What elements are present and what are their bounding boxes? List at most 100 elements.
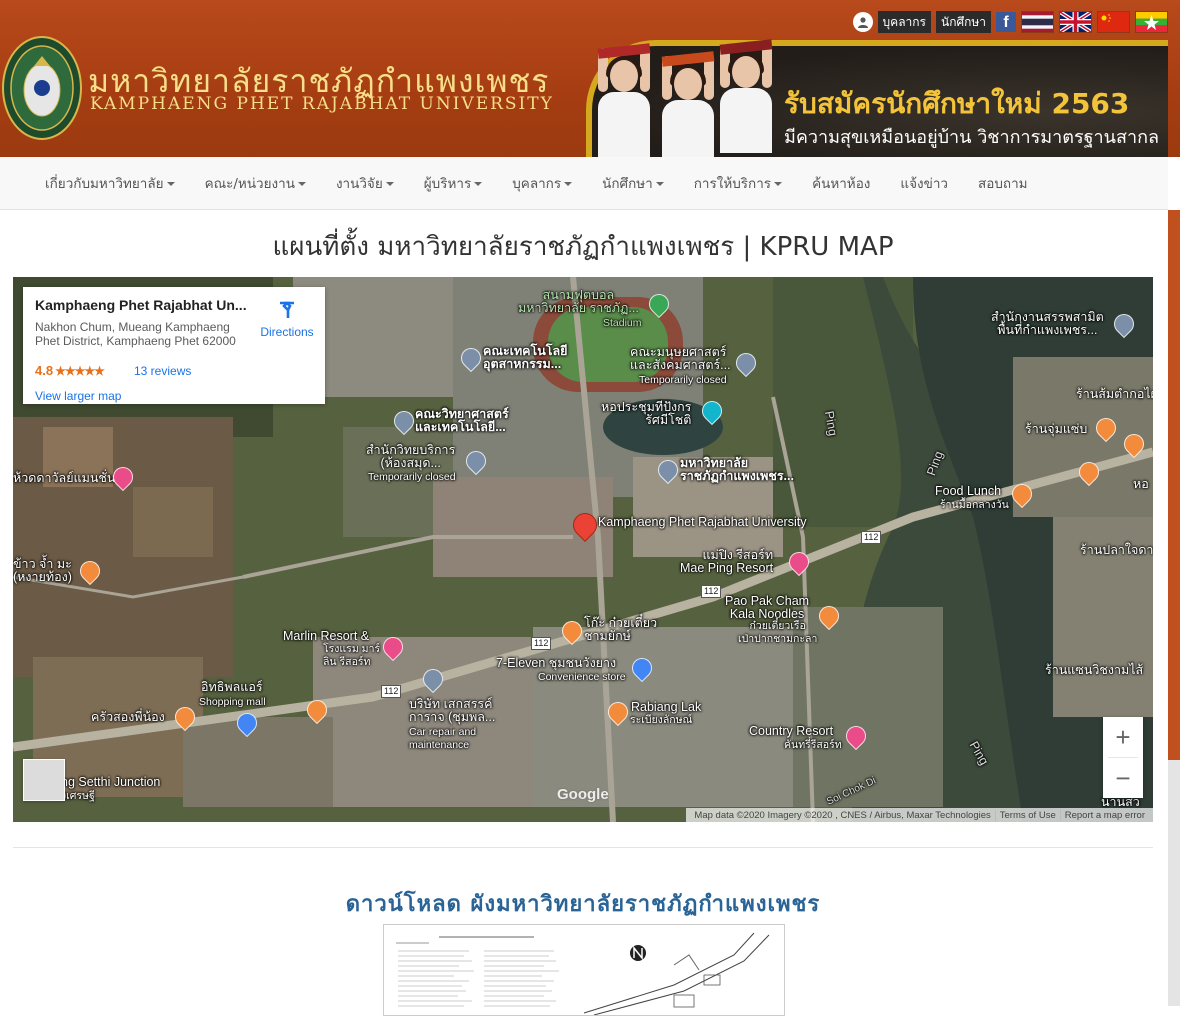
directions-label: Directions — [260, 325, 314, 339]
student-figure — [594, 43, 654, 157]
university-seal-logo[interactable] — [2, 36, 82, 140]
directions-button[interactable]: Directions — [252, 299, 322, 339]
nav-item-room-search[interactable]: ค้นหาห้อง — [797, 172, 885, 194]
staff-button[interactable]: บุคลากร — [877, 11, 931, 33]
poi-garage[interactable]: บริษัท เสกสรรค์ การาจ (ชุมพล... — [409, 698, 495, 724]
poi-khao-jam-ma[interactable]: ข้าว จ้ำ มะ (หงายท้อง) — [13, 558, 72, 584]
top-utility-bar: บุคลากร นักศึกษา f — [852, 10, 1168, 34]
route-112-shield: 112 — [861, 531, 882, 544]
poi-library[interactable]: สำนักวิทยบริการ (ห้องสมุด... — [366, 444, 455, 470]
poi-tech-faculty[interactable]: คณะเทคโนโลยี อุตสาหกรรม... — [483, 345, 568, 371]
poi-marlin-resort[interactable]: Marlin Resort & — [283, 630, 369, 643]
nav-label: สอบถาม — [978, 176, 1028, 192]
poi-sandwich-shop[interactable]: ร้านแซนวิชงามไส้ — [1045, 664, 1143, 677]
caret-down-icon — [774, 182, 783, 186]
download-plan-heading[interactable]: ดาวน์โหลด ผังมหาวิทยาลัยราชภัฏกำแพงเพชร — [0, 886, 1166, 921]
poi-country-resort-th: คันทรี่รีสอร์ท — [784, 739, 842, 751]
nav-label: นักศึกษา — [602, 176, 653, 192]
poi-setthi-junction-th: ิงเศรษฐี — [61, 790, 95, 802]
place-info-card: Kamphaeng Phet Rajabhat Un... Nakhon Chu… — [23, 287, 325, 404]
poi-kpru[interactable]: มหาวิทยาลัย ราชภัฏกำแพงเพชร... — [680, 457, 794, 483]
nav-item-services[interactable]: การให้บริการ — [679, 172, 797, 194]
user-icon[interactable] — [852, 12, 873, 32]
thai-flag-icon[interactable] — [1021, 11, 1054, 33]
nav-label: คณะ/หน่วยงาน — [204, 176, 295, 192]
poi-koh-noodles[interactable]: โก๊ะ ก๋วยเตี๋ยว ชามยักษ์ — [584, 617, 657, 643]
route-112-shield: 112 — [701, 585, 722, 598]
rating-value: 4.8 — [35, 363, 54, 378]
myanmar-flag-icon[interactable] — [1135, 11, 1168, 33]
poi-library-status: Temporarily closed — [368, 471, 456, 483]
poi-humanities[interactable]: คณะมนุษยศาสตร์ และสังคมศาสตร์... — [630, 346, 731, 372]
map-attribution-bar: Map data ©2020 Imagery ©2020 , CNES / Ai… — [686, 808, 1153, 822]
scrollbar-track[interactable] — [1168, 760, 1180, 1006]
nav-item-students[interactable]: นักศึกษา — [587, 172, 679, 194]
poi-itthiphon-air[interactable]: อิทธิพลแอร์ — [201, 681, 263, 694]
poi-country-resort[interactable]: Country Resort — [749, 725, 833, 738]
poi-seven-eleven[interactable]: 7-Eleven ชุมชนวังยาง — [496, 657, 616, 670]
caret-down-icon — [385, 182, 394, 186]
campus-plan-thumbnail[interactable] — [383, 924, 785, 1016]
student-figure — [658, 51, 718, 165]
poi-junjam[interactable]: ร้านจุ่มแซ่บ — [1025, 423, 1087, 436]
nav-item-research[interactable]: งานวิจัย — [321, 172, 409, 194]
poi-stadium[interactable]: สนามฟุตบอล มหาวิทยาลัย ราชภัฏ... — [518, 289, 639, 315]
nav-item-inquiry[interactable]: สอบถาม — [963, 172, 1043, 194]
nav-label: การให้บริการ — [693, 176, 772, 192]
poi-setthi-junction[interactable]: ng Setthi Junction — [61, 776, 160, 789]
poi-hall[interactable]: หอประชุมทีปังกร รัศมีโชติ — [601, 401, 691, 427]
google-logo: Google — [557, 786, 609, 803]
poi-maeping-resort[interactable]: แม่ปิง รีสอร์ท Mae Ping Resort — [680, 549, 773, 575]
zoom-out-button[interactable]: − — [1103, 758, 1143, 798]
poi-humanities-status: Temporarily closed — [639, 374, 727, 386]
view-larger-map-link[interactable]: View larger map — [35, 389, 121, 403]
street-view-thumbnail[interactable] — [23, 759, 65, 801]
university-name-english: KAMPHAENG PHET RAJABHAT UNIVERSITY — [90, 94, 554, 114]
report-map-error-link[interactable]: Report a map error — [1059, 809, 1149, 821]
route-112-shield: 112 — [531, 637, 552, 650]
poi-rabiang-lak-th: ระเบียงลักษณ์ — [630, 714, 693, 726]
caret-down-icon — [564, 182, 573, 186]
poi-pao-noodles-th: ก๋วยเตี๋ยวเรือ เป่าปากชามกะลา — [738, 620, 818, 645]
side-decoration — [1168, 210, 1180, 760]
page-title: แผนที่ตั้ง มหาวิทยาลัยราชภัฏกำแพงเพชร | … — [272, 232, 894, 262]
zoom-in-button[interactable]: + — [1103, 717, 1143, 757]
poi-food-lunch[interactable]: Food Lunch — [935, 485, 1001, 498]
terms-of-use-link[interactable]: Terms of Use — [994, 809, 1060, 821]
admission-banner[interactable]: รับสมัครนักศึกษาใหม่ 2563 มีความสุขเหมือ… — [586, 39, 1168, 165]
nav-label: งานวิจัย — [335, 176, 383, 192]
nav-label: บุคลากร — [512, 176, 562, 192]
poi-rabiang-lak[interactable]: Rabiang Lak — [631, 701, 701, 714]
nav-item-news[interactable]: แจ้งข่าว — [885, 172, 963, 194]
nav-label: ค้นหาห้อง — [812, 176, 871, 192]
caret-down-icon — [655, 182, 664, 186]
banner-subline: มีความสุขเหมือนอยู่บ้าน วิชาการมาตรฐานสา… — [784, 127, 1159, 148]
poi-somtam[interactable]: ร้านส้มตำกอไผ่ — [1076, 388, 1153, 401]
poi-stadium-en: Stadium — [603, 317, 642, 329]
nav-item-faculties[interactable]: คณะ/หน่วยงาน — [190, 172, 321, 194]
marker-label: Kamphaeng Phet Rajabhat University — [598, 515, 807, 529]
nav-label: แจ้งข่าว — [900, 176, 948, 192]
poi-pao-noodles[interactable]: Pao Pak Cham Kala Noodles — [725, 595, 809, 621]
poi-marlin-resort-th: โรงแรม มาร์ ลิน รีสอร์ท — [323, 643, 381, 668]
nav-item-about[interactable]: เกี่ยวกับมหาวิทยาลัย — [30, 172, 190, 194]
caret-down-icon — [297, 182, 306, 186]
poi-science-faculty[interactable]: คณะวิทยาศาสตร์ และเทคโนโลยี... — [415, 408, 509, 434]
nav-item-staff[interactable]: บุคลากร — [497, 172, 587, 194]
place-rating: 4.8 ★★★★★ — [35, 363, 105, 378]
china-flag-icon[interactable] — [1097, 11, 1130, 33]
embedded-google-map[interactable]: Kamphaeng Phet Rajabhat Un... Nakhon Chu… — [13, 277, 1153, 822]
place-name: Kamphaeng Phet Rajabhat Un... — [35, 297, 247, 313]
nav-label: เกี่ยวกับมหาวิทยาลัย — [45, 176, 164, 192]
facebook-icon[interactable]: f — [996, 12, 1016, 32]
student-button[interactable]: นักศึกษา — [936, 11, 991, 33]
poi-dara-mansion[interactable]: ห้วดดาวัลย์แมนชั่น — [13, 472, 115, 485]
poi-pla[interactable]: ร้านปลาใจดาม — [1080, 544, 1153, 557]
nav-item-executives[interactable]: ผู้บริหาร — [409, 172, 497, 194]
zoom-controls: + − — [1103, 717, 1143, 798]
reviews-link[interactable]: 13 reviews — [134, 364, 191, 378]
poi-krua-song-pee-nong[interactable]: ครัวสองพี่น้อง — [91, 711, 165, 724]
poi-excise-office[interactable]: สำนักงานสรรพสามิต พื้นที่กำแพงเพชร... — [991, 311, 1104, 337]
uk-flag-icon[interactable] — [1059, 11, 1092, 33]
site-header: บุคลากร นักศึกษา f มหาวิทยาลัยราชภัฏกำแพ… — [0, 0, 1180, 165]
